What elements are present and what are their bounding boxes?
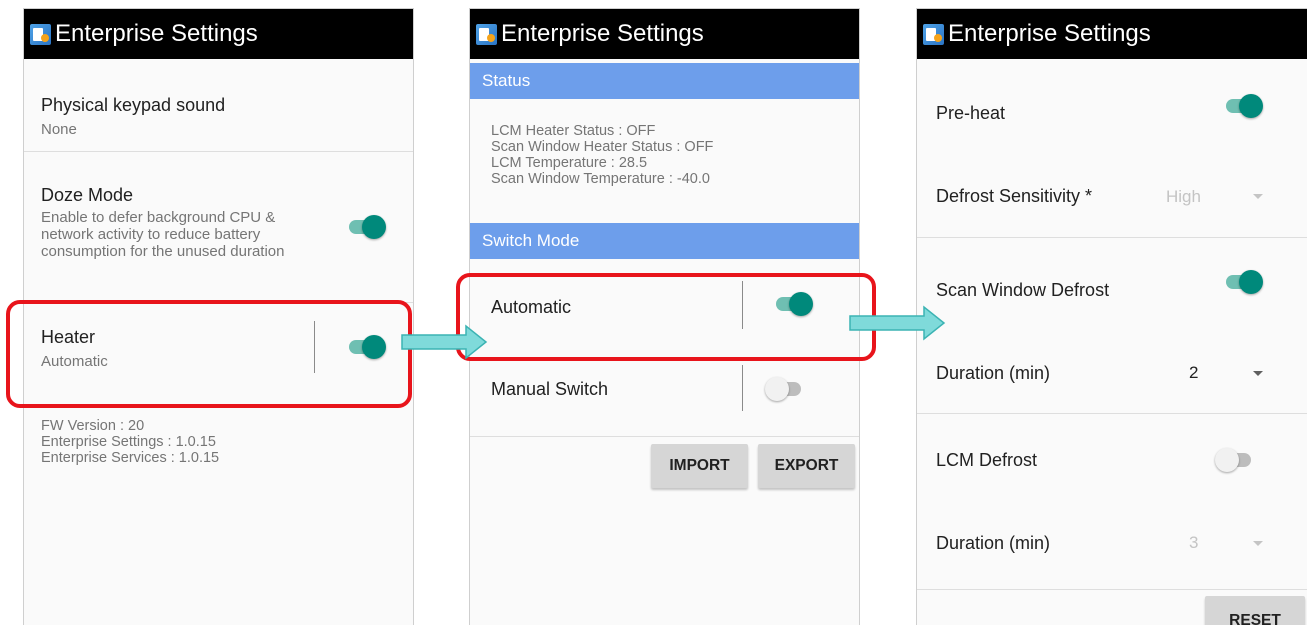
title-bar: Enterprise Settings bbox=[470, 9, 859, 59]
pref-title: Physical keypad sound bbox=[41, 95, 226, 115]
title-bar: Enterprise Settings bbox=[24, 9, 413, 59]
lcm-temperature: LCM Temperature : 28.5 bbox=[491, 155, 648, 171]
pref-scan-duration[interactable]: Duration (min) 2 bbox=[917, 326, 1307, 412]
pref-title: LCM Defrost bbox=[936, 450, 1038, 470]
dropdown-caret-icon[interactable] bbox=[1253, 371, 1263, 376]
highlight-heater-box bbox=[6, 300, 412, 408]
vertical-divider bbox=[742, 365, 743, 411]
app-icon bbox=[30, 23, 51, 45]
pref-summary: None bbox=[41, 121, 77, 138]
preheat-switch[interactable] bbox=[1224, 93, 1264, 119]
dropdown-caret-icon[interactable] bbox=[1253, 194, 1263, 199]
app-icon bbox=[476, 23, 497, 45]
pref-title: Scan Window Defrost bbox=[936, 280, 1110, 300]
app-title: Enterprise Settings bbox=[55, 20, 258, 47]
pref-title: Duration (min) bbox=[936, 533, 1051, 553]
highlight-automatic-box bbox=[456, 273, 876, 361]
manual-switch[interactable] bbox=[765, 376, 805, 402]
status-lines: LCM Heater Status : OFF Scan Window Heat… bbox=[491, 123, 713, 187]
scan-window-defrost-switch[interactable] bbox=[1224, 269, 1264, 295]
title-bar: Enterprise Settings bbox=[917, 9, 1307, 59]
doze-mode-switch[interactable] bbox=[347, 214, 387, 240]
pref-title: Doze Mode bbox=[41, 185, 134, 205]
version-info: FW Version : 20 Enterprise Settings : 1.… bbox=[41, 418, 219, 466]
scan-window-heater-status: Scan Window Heater Status : OFF bbox=[491, 139, 714, 155]
scan-duration-value[interactable]: 2 bbox=[1189, 363, 1198, 383]
pref-title: Defrost Sensitivity * bbox=[936, 186, 1093, 206]
status-section-header: Status bbox=[470, 63, 859, 99]
pref-title: Pre-heat bbox=[936, 103, 1006, 123]
app-icon bbox=[923, 23, 944, 45]
switch-mode-section-header: Switch Mode bbox=[470, 223, 859, 259]
lcm-defrost-switch[interactable] bbox=[1215, 447, 1255, 473]
divider bbox=[470, 436, 859, 437]
enterprise-settings-version: Enterprise Settings : 1.0.15 bbox=[41, 434, 216, 450]
pref-summary: Enable to defer background CPU & network… bbox=[41, 209, 285, 260]
lcm-heater-status: LCM Heater Status : OFF bbox=[491, 123, 656, 139]
pref-title: Duration (min) bbox=[936, 363, 1051, 383]
pref-doze-mode[interactable]: Doze Mode Enable to defer background CPU… bbox=[24, 152, 413, 302]
dropdown-caret-icon[interactable] bbox=[1253, 541, 1263, 546]
pref-title: Manual Switch bbox=[491, 379, 609, 399]
defrost-sensitivity-value[interactable]: High bbox=[1166, 187, 1201, 207]
screen-heater-manual-settings: Enterprise Settings Pre-heat Defrost Sen… bbox=[916, 8, 1307, 625]
app-title: Enterprise Settings bbox=[948, 20, 1151, 47]
export-button[interactable]: EXPORT bbox=[758, 444, 855, 488]
divider bbox=[917, 589, 1307, 590]
right-arrow-icon bbox=[401, 324, 488, 360]
scan-window-temperature: Scan Window Temperature : -40.0 bbox=[491, 171, 710, 187]
pref-physical-keypad-sound[interactable]: Physical keypad sound None bbox=[24, 61, 413, 151]
right-arrow-icon bbox=[849, 305, 946, 341]
pref-lcm-duration[interactable]: Duration (min) 3 bbox=[917, 502, 1307, 588]
lcm-duration-value[interactable]: 3 bbox=[1189, 533, 1198, 553]
app-title: Enterprise Settings bbox=[501, 20, 704, 47]
pref-defrost-sensitivity[interactable]: Defrost Sensitivity * High bbox=[917, 149, 1307, 237]
enterprise-services-version: Enterprise Services : 1.0.15 bbox=[41, 450, 220, 466]
reset-button[interactable]: RESET bbox=[1205, 596, 1305, 625]
import-button[interactable]: IMPORT bbox=[651, 444, 748, 488]
fw-version: FW Version : 20 bbox=[41, 418, 145, 434]
